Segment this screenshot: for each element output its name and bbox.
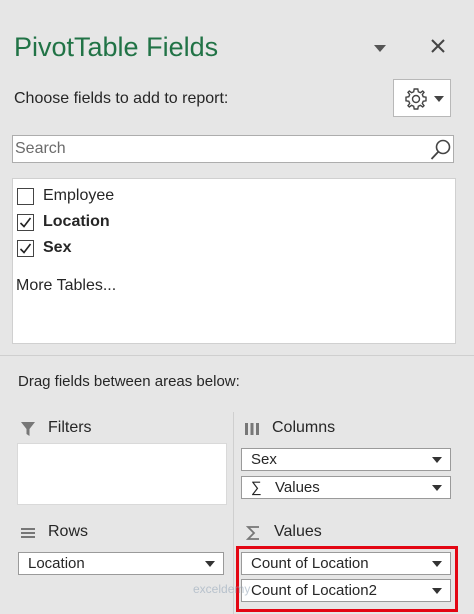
field-item-employee[interactable]: Employee xyxy=(17,185,317,209)
divider[interactable] xyxy=(0,355,474,356)
field-item-location[interactable]: Location xyxy=(17,211,317,235)
field-list: Employee Location Sex More Tables... xyxy=(12,178,456,344)
chevron-down-icon[interactable] xyxy=(205,561,215,567)
pill-label: Sex xyxy=(251,451,277,468)
chevron-down-icon xyxy=(434,96,444,102)
close-icon[interactable] xyxy=(428,36,448,56)
filters-drop-area[interactable] xyxy=(17,443,227,505)
values-label: Values xyxy=(274,523,322,540)
pane-options-dropdown-icon[interactable] xyxy=(372,42,388,54)
field-label: Location xyxy=(43,213,110,230)
values-area-header: Values xyxy=(246,523,446,543)
rows-area-header: Rows xyxy=(20,523,220,543)
more-tables-link[interactable]: More Tables... xyxy=(16,277,116,295)
sigma-icon xyxy=(246,526,259,540)
columns-area-header: Columns xyxy=(244,419,454,439)
columns-label: Columns xyxy=(272,419,336,436)
search-input[interactable] xyxy=(15,138,415,160)
pane-title: PivotTable Fields xyxy=(14,32,219,62)
field-checkbox-employee[interactable] xyxy=(17,188,34,205)
field-checkbox-sex[interactable] xyxy=(17,240,34,257)
field-label: Employee xyxy=(43,187,115,204)
filters-label: Filters xyxy=(48,419,92,436)
choose-fields-label: Choose fields to add to report: xyxy=(14,90,229,107)
chevron-down-icon[interactable] xyxy=(432,457,442,463)
chevron-down-icon[interactable] xyxy=(432,485,442,491)
rows-icon xyxy=(21,528,35,538)
checkmark-icon xyxy=(19,243,32,254)
drag-fields-label: Drag fields between areas below: xyxy=(18,373,240,390)
tools-button[interactable] xyxy=(393,79,451,117)
columns-item-values[interactable]: ∑ Values xyxy=(241,476,451,499)
filter-icon xyxy=(21,422,35,436)
highlight-box xyxy=(236,546,458,612)
columns-item-sex[interactable]: Sex xyxy=(241,448,451,471)
filters-area-header: Filters xyxy=(20,419,220,439)
field-item-sex[interactable]: Sex xyxy=(17,237,317,261)
sigma-icon: ∑ xyxy=(251,479,262,496)
rows-label: Rows xyxy=(48,523,89,540)
field-checkbox-location[interactable] xyxy=(17,214,34,231)
rows-item-location[interactable]: Location xyxy=(18,552,224,575)
columns-icon xyxy=(245,423,259,435)
pill-label: Location xyxy=(28,555,85,572)
watermark: exceldemy xyxy=(193,582,251,596)
search-field[interactable] xyxy=(12,135,454,163)
checkmark-icon xyxy=(19,217,32,228)
field-label: Sex xyxy=(43,239,72,256)
search-icon[interactable] xyxy=(429,138,453,162)
pill-label: Values xyxy=(275,479,320,496)
gear-icon xyxy=(405,88,427,110)
